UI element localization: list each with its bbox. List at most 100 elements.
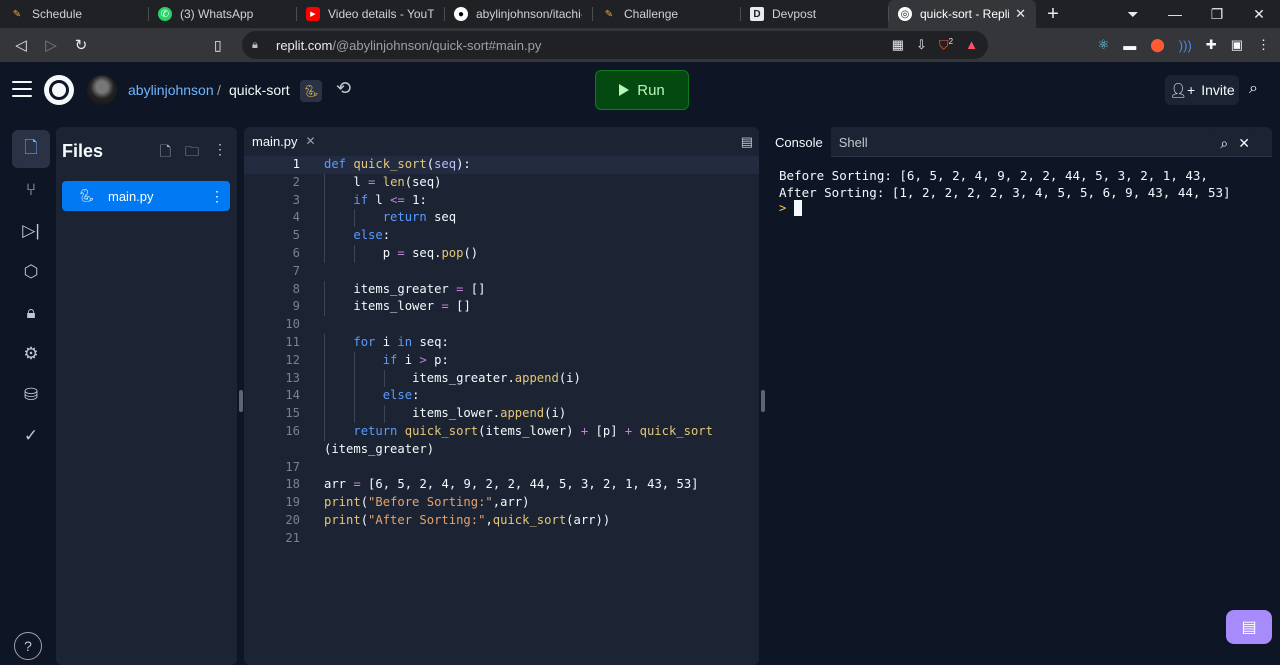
code-line[interactable]: 1 def quick_sort(seq): (244, 156, 759, 174)
browser-tab[interactable]: ▶ Video details - YouTube (296, 0, 444, 28)
resize-handle[interactable] (239, 390, 243, 412)
workspace-header: abylinjohnson / quick-sort 🐍︎ ⟲ Run 👤︎+ I… (0, 62, 1280, 118)
code-line[interactable]: 3 if l <= 1: (244, 191, 759, 210)
replit-logo[interactable] (44, 75, 74, 105)
whatsapp-icon: ✆ (158, 7, 172, 21)
browser-tab[interactable]: ✎ Challenge (592, 0, 740, 28)
react-devtools-icon[interactable]: ⚛ (1098, 37, 1110, 53)
search-icon[interactable]: ⌕ (1249, 80, 1258, 98)
invite-label: Invite (1201, 82, 1235, 98)
browser-tab[interactable]: D Devpost (740, 0, 888, 28)
line-number: 2 (292, 174, 300, 189)
code-line[interactable]: 2 l = len(seq) (244, 173, 759, 192)
new-tab-button[interactable]: + (1036, 0, 1070, 28)
chat-icon[interactable]: ▤ (1226, 610, 1272, 644)
brave-shield-icon[interactable]: ⛉2 (939, 37, 953, 53)
wifi-icon[interactable]: ))) (1179, 38, 1192, 53)
help-icon[interactable]: ? (14, 632, 42, 660)
code-line[interactable]: 11 for i in seq: (244, 333, 759, 352)
extension-icon[interactable]: ▬ (1123, 38, 1136, 53)
avatar[interactable] (87, 75, 117, 105)
debugger-icon[interactable]: ▷| (12, 212, 50, 250)
console-output[interactable]: Before Sorting: [6, 5, 2, 4, 9, 2, 2, 44… (767, 157, 1272, 665)
secrets-lock-icon[interactable]: 🔒︎ (12, 294, 50, 332)
version-control-icon[interactable]: ⑂ (12, 171, 50, 209)
code-line[interactable]: 19 print("Before Sorting:",arr) (244, 494, 759, 512)
code-line[interactable]: 13 items_greater.append(i) (244, 369, 759, 388)
tab-search-icon[interactable]: ⏷ (1112, 0, 1154, 28)
devpost-icon: D (750, 7, 764, 21)
address-bar[interactable]: 🔒︎ replit.com/@abylinjohnson/quick-sort#… (242, 31, 988, 59)
tab-shell[interactable]: Shell (831, 127, 876, 157)
code-line[interactable]: 20 print("After Sorting:",quick_sort(arr)… (244, 512, 759, 530)
code-line[interactable]: 6 p = seq.pop() (244, 244, 759, 263)
record-icon[interactable]: ⬤ (1150, 37, 1165, 53)
code-line[interactable]: 5 else: (244, 227, 759, 245)
line-number: 3 (292, 192, 300, 207)
bookmark-icon[interactable]: ▯ (214, 37, 222, 54)
code-line[interactable]: 9 items_lower = [] (244, 298, 759, 317)
reload-icon[interactable]: ↻ (66, 36, 96, 54)
more-options-icon[interactable]: ⋮ (213, 141, 227, 165)
code-line[interactable]: 7 (244, 263, 759, 281)
clear-console-icon[interactable]: ✕ (1238, 135, 1250, 152)
search-icon[interactable]: ⌕ (1220, 135, 1228, 152)
run-button[interactable]: Run (595, 70, 689, 110)
browser-tab[interactable]: ✎ Schedule (0, 0, 148, 28)
close-window-icon[interactable]: ✕ (1238, 0, 1280, 28)
line-number (244, 441, 300, 459)
file-menu-icon[interactable]: ⋮ (210, 188, 224, 205)
code-line[interactable]: 17 (244, 459, 759, 477)
code-line[interactable]: (items_greater) (244, 441, 759, 459)
packages-icon[interactable]: ⬡ (12, 253, 50, 291)
code-line[interactable]: 12 if i > p: (244, 351, 759, 370)
repl-name[interactable]: quick-sort (229, 82, 290, 98)
code-line[interactable]: 8 items_greater = [] (244, 280, 759, 299)
history-icon[interactable]: ⟲ (336, 78, 351, 99)
browser-tab-active[interactable]: ◎ quick-sort - Replit ✕ (888, 0, 1036, 28)
owner-link[interactable]: abylinjohnson (128, 82, 214, 98)
new-folder-icon[interactable]: 🗀︎ (185, 141, 199, 165)
code-line[interactable]: 4 return seq (244, 209, 759, 228)
settings-gear-icon[interactable]: ⚙ (12, 335, 50, 373)
puzzle-icon[interactable]: ✚ (1206, 37, 1217, 53)
forward-icon[interactable]: ▷ (36, 36, 66, 54)
brave-rewards-icon[interactable]: ▲ (965, 37, 978, 52)
code-line[interactable]: 10 (244, 316, 759, 334)
file-item-main-py[interactable]: 🐍︎ main.py ⋮ (62, 181, 230, 211)
code-line[interactable]: 15 items_lower.append(i) (244, 405, 759, 423)
python-icon[interactable]: 🐍︎ (300, 80, 322, 102)
window-controls: ⏷ — ❐ ✕ (1112, 0, 1280, 28)
menu-icon[interactable]: ⋮ (1257, 37, 1270, 53)
resize-handle[interactable] (761, 390, 765, 412)
files-icon[interactable]: 🗋︎ (12, 130, 50, 168)
close-tab-icon[interactable]: ✕ (306, 134, 316, 148)
code-line[interactable]: 16 return quick_sort(items_lower) + [p] … (244, 422, 759, 441)
back-icon[interactable]: ◁ (6, 36, 36, 54)
invite-button[interactable]: 👤︎+ Invite (1165, 75, 1239, 105)
code-text: arr = [6, 5, 2, 4, 9, 2, 2, 44, 5, 3, 2,… (324, 477, 699, 492)
install-icon[interactable]: ⇩ (916, 37, 927, 53)
restore-icon[interactable]: ❐ (1196, 0, 1238, 28)
qr-icon[interactable]: ▦ (892, 37, 904, 53)
code-line[interactable]: 21 (244, 530, 759, 548)
hamburger-menu-icon[interactable] (12, 81, 32, 97)
database-icon[interactable]: ⛁ (12, 376, 50, 414)
tab-console[interactable]: Console (767, 127, 831, 157)
console-line: Before Sorting: [6, 5, 2, 4, 9, 2, 2, 44… (779, 168, 1208, 183)
wallet-icon[interactable]: ▣ (1231, 37, 1243, 53)
tab-title: quick-sort - Replit (920, 7, 1010, 21)
minimize-icon[interactable]: — (1154, 0, 1196, 28)
code-line[interactable]: 18 arr = [6, 5, 2, 4, 9, 2, 2, 44, 5, 3, … (244, 476, 759, 494)
code-area[interactable]: 1 def quick_sort(seq): 2 l = len(seq) 3 if … (244, 156, 759, 548)
format-icon[interactable]: ▤ (741, 134, 753, 150)
code-text: print("Before Sorting:",arr) (324, 495, 530, 510)
close-tab-icon[interactable]: ✕ (1015, 6, 1026, 22)
code-line[interactable]: 14 else: (244, 387, 759, 406)
browser-tab[interactable]: ● abylinjohnson/itachi-u (444, 0, 592, 28)
new-file-icon[interactable]: 🗋︎ (160, 141, 171, 165)
browser-tab[interactable]: ✆ (3) WhatsApp (148, 0, 296, 28)
checkmark-icon[interactable]: ✓ (12, 417, 50, 455)
code-text: items_lower.append(i) (412, 406, 567, 421)
editor-tab[interactable]: main.py ✕ (244, 127, 320, 157)
